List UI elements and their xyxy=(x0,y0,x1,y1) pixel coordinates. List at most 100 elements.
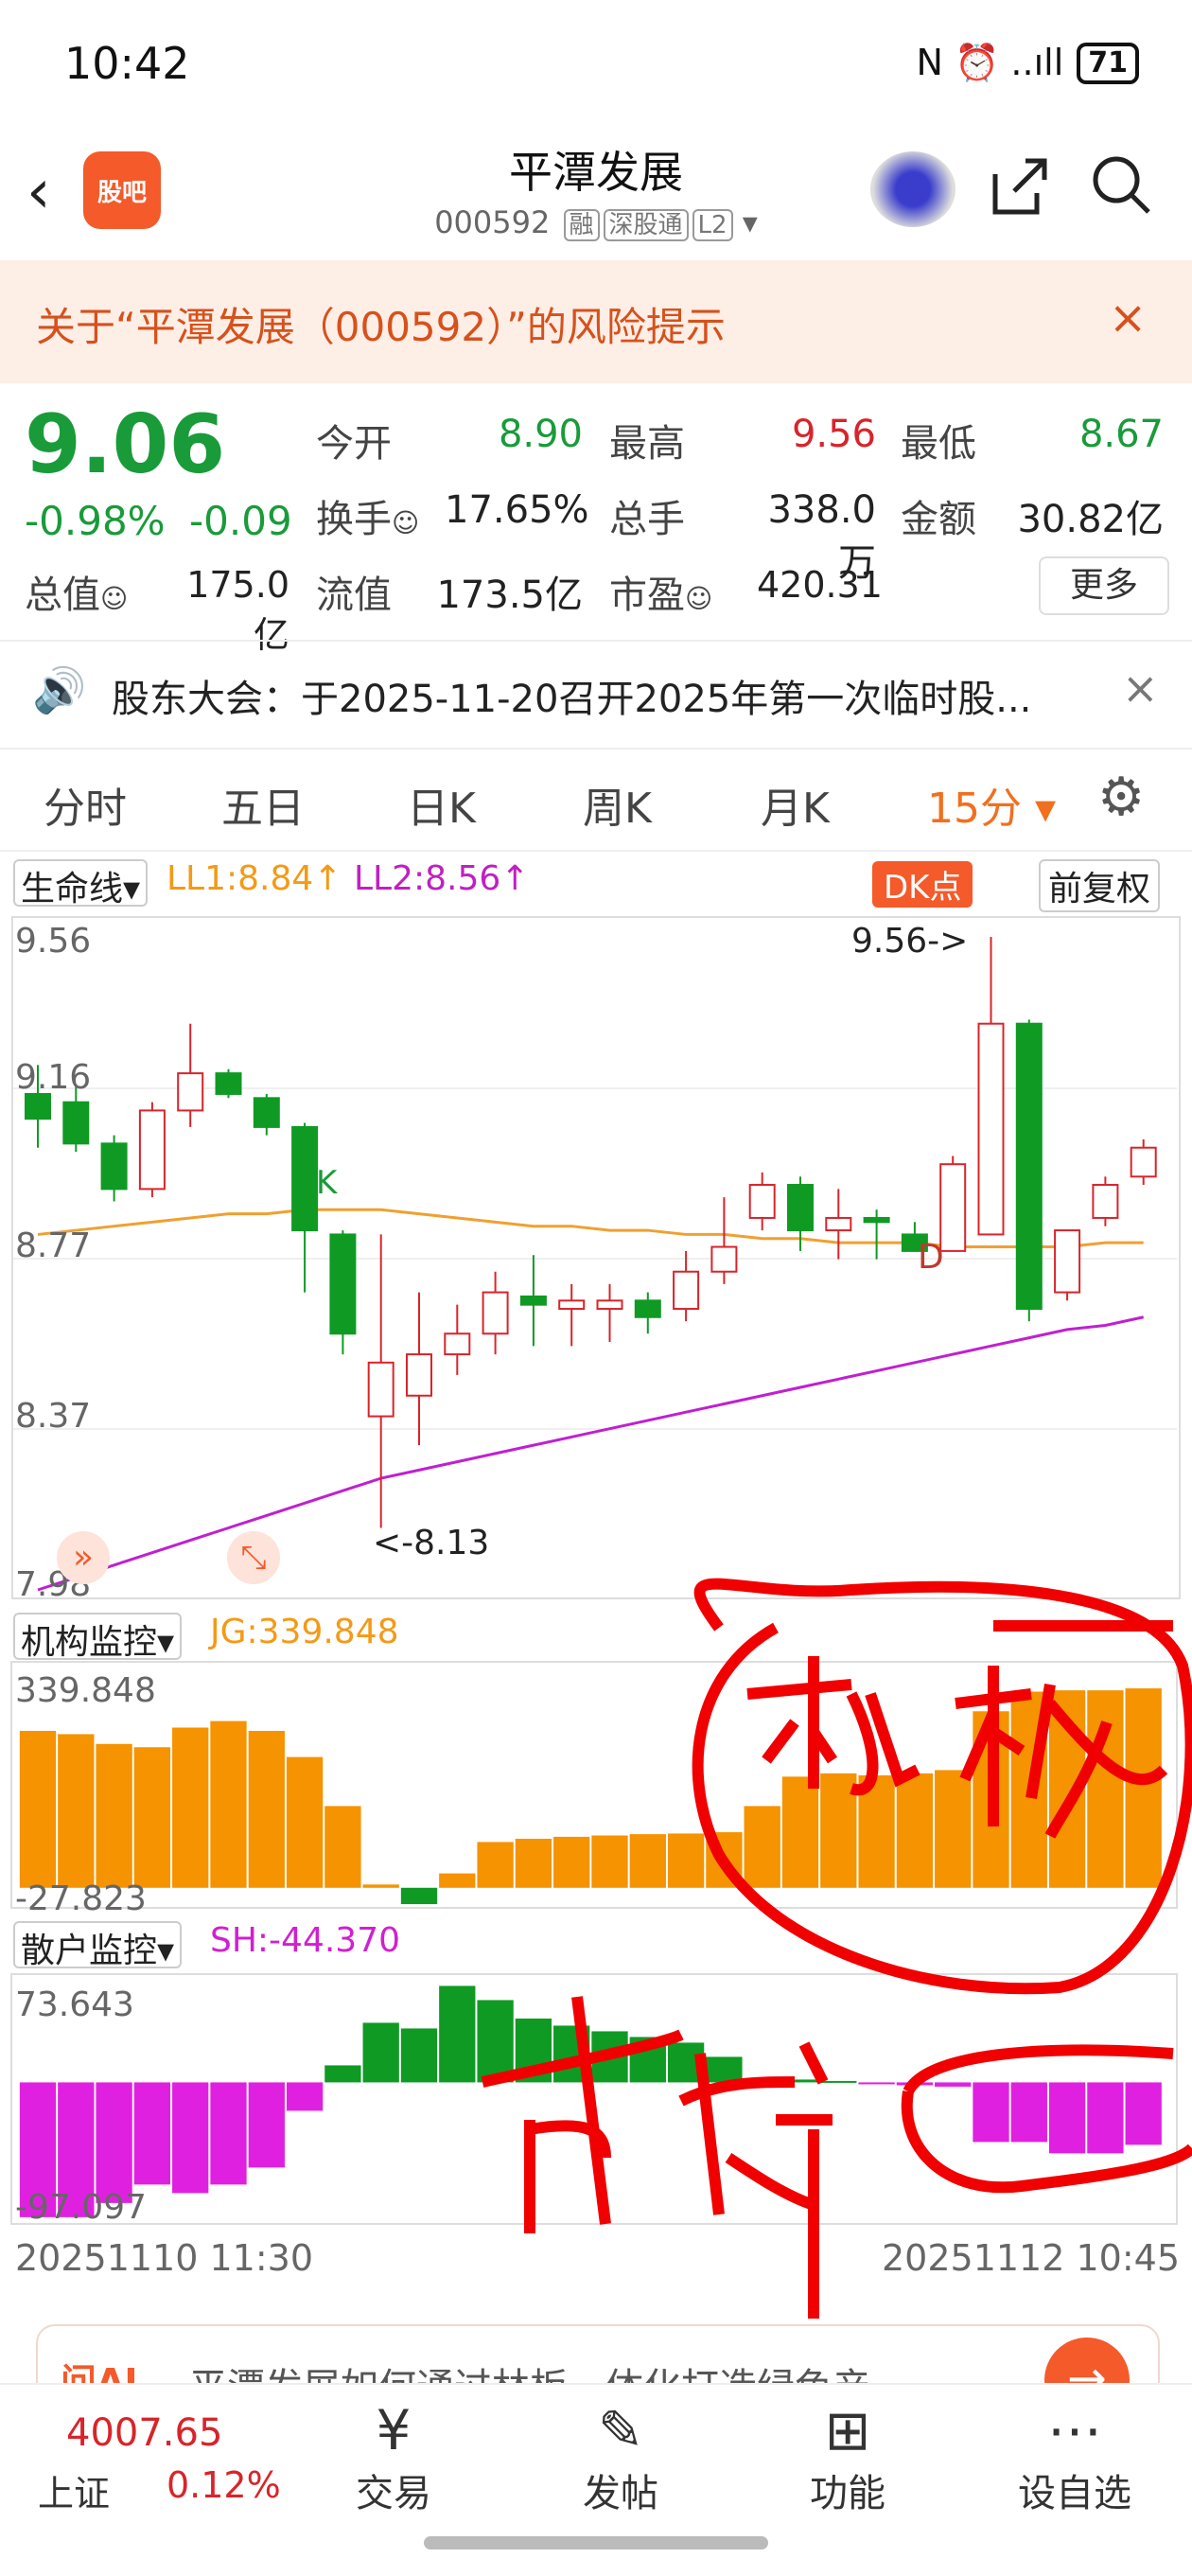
retail-selector[interactable]: 散户监控▾ xyxy=(13,1921,183,1970)
candle-body xyxy=(519,1295,547,1306)
nav-watchlist[interactable]: ⋯ 设自选 xyxy=(999,2398,1150,2517)
institution-bar xyxy=(935,1770,972,1888)
home-indicator[interactable] xyxy=(424,2536,768,2550)
institution-bar xyxy=(781,1776,819,1888)
candle-body xyxy=(253,1097,280,1128)
institution-bar xyxy=(591,1835,628,1888)
x-axis-end: 20251112 10:45 xyxy=(882,2237,1181,2279)
candle-body xyxy=(1015,1022,1043,1311)
candle-body xyxy=(406,1353,432,1397)
retail-bar xyxy=(324,2065,361,2083)
institution-bar xyxy=(58,1734,95,1888)
candle-body xyxy=(863,1216,890,1224)
institution-selector[interactable]: 机构监控▾ xyxy=(13,1613,183,1662)
retail-bar xyxy=(286,2082,324,2111)
institution-bar xyxy=(744,1806,780,1888)
nav-label: 交易 xyxy=(356,2472,431,2515)
institution-bar xyxy=(19,1730,57,1888)
institution-bar xyxy=(362,1884,399,1888)
candle-body xyxy=(787,1184,814,1232)
institution-bar xyxy=(629,1834,666,1888)
retail-bar xyxy=(820,2080,857,2083)
sh-label: SH:-44.370 xyxy=(210,1921,401,1960)
retail-bar xyxy=(439,1985,476,2083)
institution-bar xyxy=(896,1773,934,1888)
candle-body xyxy=(100,1142,128,1191)
nav-function[interactable]: ⊞ 功能 xyxy=(772,2398,923,2517)
institution-bar xyxy=(324,1806,361,1888)
retail-bar xyxy=(1010,2082,1047,2143)
institution-bar xyxy=(667,1833,705,1888)
low-annotation: <-8.13 xyxy=(373,1524,490,1562)
institution-bar xyxy=(210,1720,247,1888)
institution-bar xyxy=(248,1730,285,1888)
candle-body xyxy=(710,1245,738,1273)
institution-bar xyxy=(133,1747,171,1888)
k-marker: K xyxy=(316,1164,338,1202)
institution-bar xyxy=(515,1838,552,1888)
nav-label: 设自选 xyxy=(1018,2472,1131,2515)
retail-bar xyxy=(706,2056,743,2083)
y-tick: 9.56 xyxy=(15,922,92,961)
institution-bar xyxy=(553,1836,590,1888)
candle-body xyxy=(825,1216,852,1232)
y-tick: 339.848 xyxy=(15,1671,156,1710)
nav-trade[interactable]: ¥ 交易 xyxy=(318,2398,469,2517)
candle-body xyxy=(634,1299,661,1318)
candle-body xyxy=(673,1270,700,1311)
candle-body xyxy=(939,1163,967,1252)
candle-body xyxy=(25,1092,51,1120)
y-tick: 8.77 xyxy=(15,1226,92,1265)
retail-bar xyxy=(362,2022,399,2083)
fullscreen-icon[interactable]: ⤡ xyxy=(227,1531,280,1584)
institution-bar xyxy=(1125,1688,1162,1888)
candle-body xyxy=(1130,1146,1157,1178)
nav-post[interactable]: ✎ 发帖 xyxy=(545,2398,696,2517)
institution-bar xyxy=(172,1727,209,1888)
institution-bar xyxy=(1087,1690,1124,1888)
index-name[interactable]: 上证 xyxy=(38,2464,110,2516)
retail-bar xyxy=(133,2082,171,2185)
retail-bar xyxy=(248,2082,285,2168)
more-dots-icon: ⋯ xyxy=(1047,2398,1102,2462)
ma-orange-line xyxy=(37,1208,1144,1249)
institution-bar xyxy=(477,1842,514,1888)
nav-label: 功能 xyxy=(810,2472,885,2515)
grid-icon: ⊞ xyxy=(824,2398,871,2462)
retail-bar xyxy=(1087,2082,1124,2154)
index-percent[interactable]: 0.12% xyxy=(167,2464,281,2506)
retail-bar xyxy=(477,2000,514,2083)
index-value[interactable]: 4007.65 xyxy=(66,2411,222,2455)
edit-icon: ✎ xyxy=(597,2398,644,2462)
candle-body xyxy=(1092,1184,1119,1219)
candle-body xyxy=(215,1072,242,1095)
y-tick: -27.823 xyxy=(15,1879,147,1918)
candle-body xyxy=(596,1299,623,1311)
institution-bar xyxy=(286,1756,324,1888)
expand-arrows-icon[interactable]: » xyxy=(57,1531,110,1584)
institution-bar xyxy=(400,1887,438,1905)
candle-body xyxy=(177,1072,204,1112)
retail-bar xyxy=(172,2082,209,2194)
institution-bar xyxy=(96,1743,132,1888)
candle-body xyxy=(291,1125,319,1232)
ma-purple-line xyxy=(37,1315,1145,1592)
retail-bar xyxy=(858,2082,895,2085)
candle-body xyxy=(977,1022,1005,1236)
retail-bar xyxy=(935,2082,972,2087)
trade-icon: ¥ xyxy=(376,2398,412,2462)
candle-body xyxy=(748,1184,776,1219)
handwriting-annotation xyxy=(481,1578,1192,2319)
nav-label: 发帖 xyxy=(583,2472,658,2515)
x-axis-start: 20251110 11:30 xyxy=(15,2237,314,2279)
charts-svg xyxy=(10,937,1192,2319)
jg-label: JG:339.848 xyxy=(210,1613,399,1651)
retail-bar xyxy=(1125,2082,1162,2145)
y-tick: -97.097 xyxy=(15,2188,147,2227)
retail-bar xyxy=(400,2028,438,2083)
candle-body xyxy=(444,1332,471,1356)
retail-bar xyxy=(210,2082,247,2185)
retail-bar xyxy=(973,2082,1009,2143)
candle-body xyxy=(138,1109,166,1191)
candle-body xyxy=(329,1233,357,1335)
